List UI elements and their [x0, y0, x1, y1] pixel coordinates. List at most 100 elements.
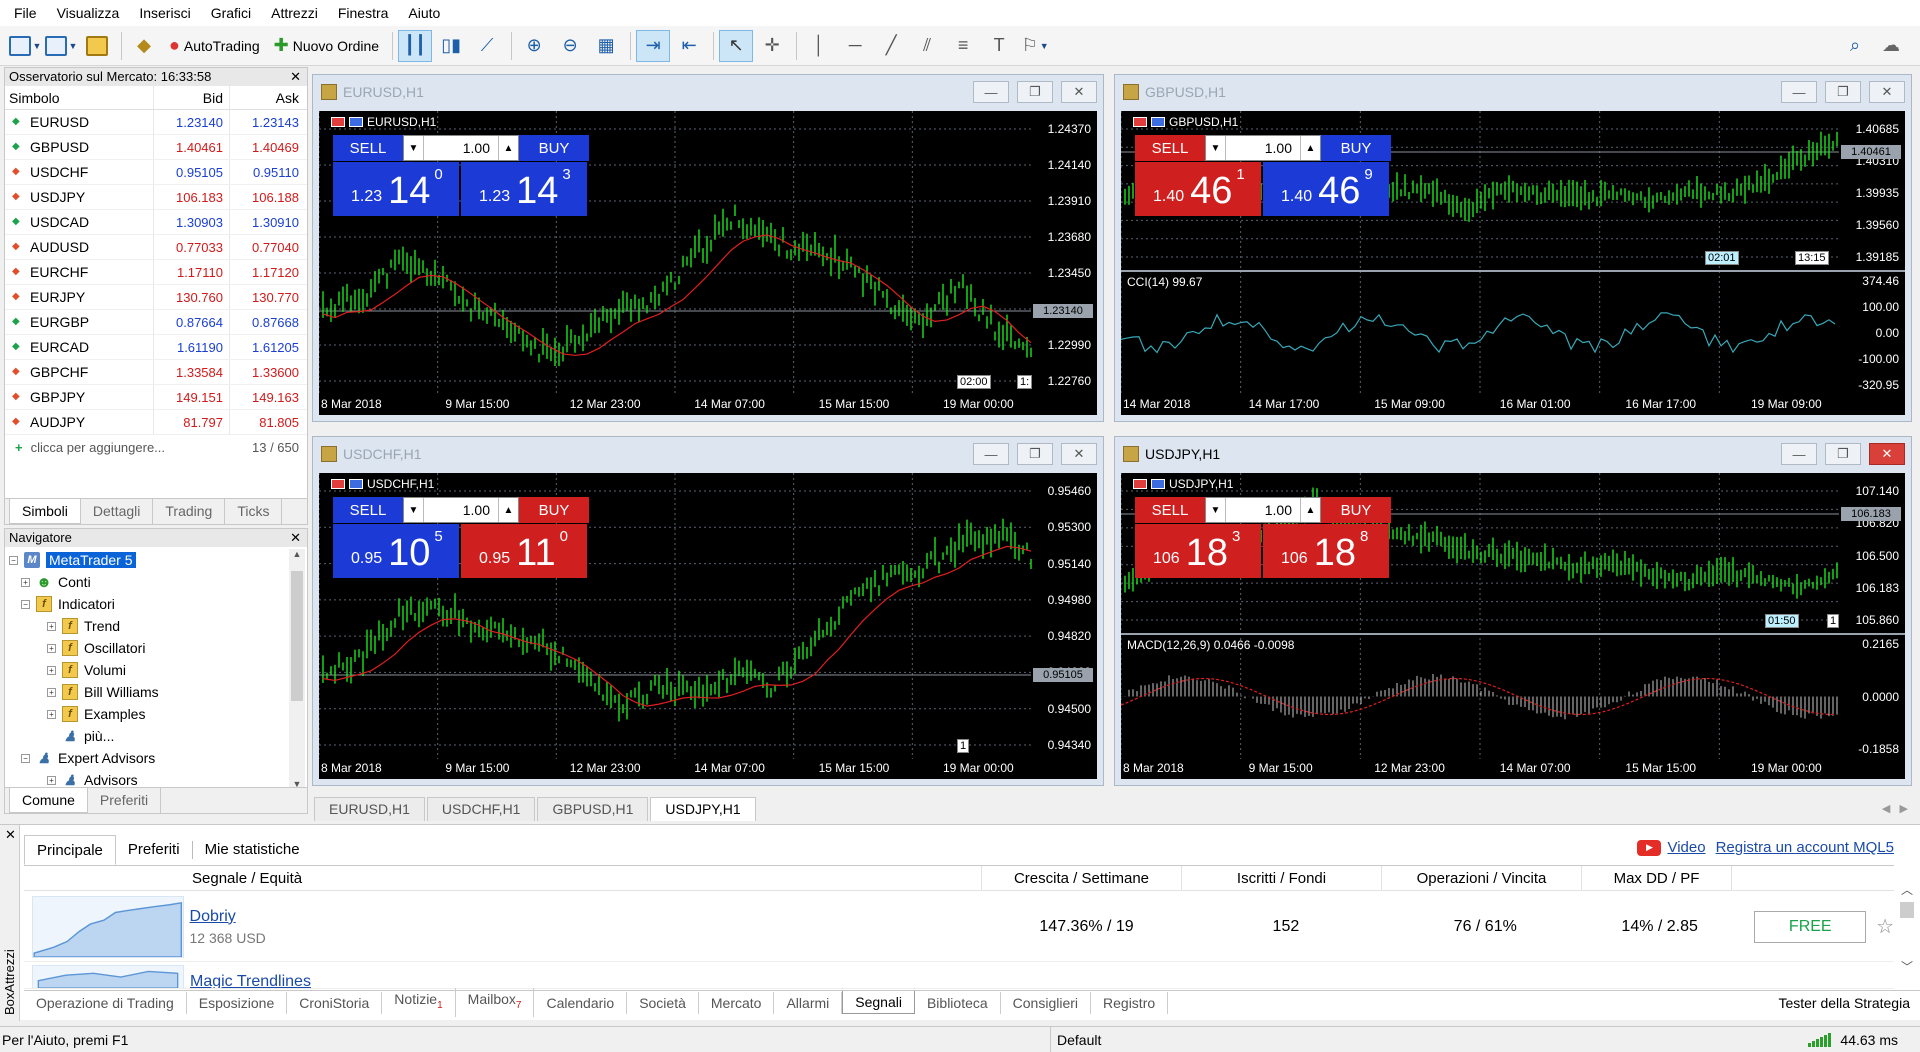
buy-button[interactable]: BUY [519, 497, 589, 523]
chart-plot-area[interactable]: EURUSD,H1 SELL ▼ 1.00 ▲ BUY 1.23 14 0 1.23 14 3 1.24… [319, 111, 1097, 415]
tab-details[interactable]: Dettagli [81, 499, 154, 524]
nav-item-indicators[interactable]: − f Indicatori [9, 593, 307, 615]
signal-row[interactable]: Magic Trendlines [24, 965, 1894, 989]
chart-window-title-bar[interactable]: EURUSD,H1 — ❐ ✕ [313, 75, 1103, 109]
nav-item-oscillators[interactable]: + f Oscillatori [9, 637, 307, 659]
expand-icon[interactable]: + [47, 643, 56, 653]
strategy-tester-tab[interactable]: Tester della Strategia [1778, 995, 1910, 1011]
chevron-up-icon[interactable]: ▲ [1300, 136, 1320, 160]
close-icon[interactable]: ✕ [5, 827, 16, 843]
tab-history[interactable]: CroniStoria [287, 991, 383, 1014]
market-watch-row[interactable]: ◆ GBPJPY 149.151 149.163 [5, 385, 307, 410]
navigator-scrollbar[interactable]: ▲ ▼ [289, 549, 305, 789]
nav-item-trend[interactable]: + f Trend [9, 615, 307, 637]
col-signal-equity[interactable]: Segnale / Equità [24, 866, 982, 890]
add-symbol-row[interactable]: + clicca per aggiungere... 13 / 650 [5, 435, 307, 461]
favorite-star-icon[interactable]: ☆ [1876, 914, 1894, 939]
tab-favorites[interactable]: Preferiti [88, 788, 162, 813]
chevron-up-icon[interactable]: ▲ [498, 136, 518, 160]
tab-experts[interactable]: Consiglieri [1001, 991, 1092, 1014]
chevron-down-icon[interactable]: ▼ [1206, 136, 1226, 160]
sell-price-box[interactable]: 1.23 14 0 [333, 162, 459, 216]
expand-icon[interactable]: + [47, 687, 56, 697]
fibonacci-button[interactable]: ≡ [946, 30, 980, 62]
scroll-up-icon[interactable]: ︿ [1898, 881, 1916, 898]
trendline-button[interactable]: ╱ [874, 30, 908, 62]
chevron-down-icon[interactable]: ▼ [404, 136, 424, 160]
search-button[interactable]: ⌕ [1838, 30, 1872, 62]
autotrading-button[interactable]: ● AutoTrading [163, 30, 266, 62]
market-watch-toggle-button[interactable] [80, 30, 114, 62]
chart-window-title-bar[interactable]: USDJPY,H1 — ❐ ✕ [1115, 437, 1911, 471]
maximize-icon[interactable]: ❐ [1017, 443, 1053, 465]
chart-plot-area[interactable]: GBPUSD,H1 SELL ▼ 1.00 ▲ BUY 1.40 46 1 1.40 46 9 1.40… [1121, 111, 1905, 415]
market-watch-row[interactable]: ◆ USDCHF 0.95105 0.95110 [5, 160, 307, 185]
sell-button[interactable]: SELL [333, 135, 403, 161]
chat-button[interactable]: ☁ [1874, 30, 1908, 62]
video-link[interactable]: Video [1667, 839, 1705, 856]
chart-tab-usdjpy[interactable]: USDJPY,H1 [650, 797, 756, 821]
nav-item-accounts[interactable]: + ☻ Conti [9, 571, 307, 593]
scroll-thumb[interactable] [291, 571, 303, 701]
signal-row[interactable]: Dobriy 12 368 USD 147.36% / 19 152 76 / … [24, 892, 1894, 962]
market-watch-row[interactable]: ◆ USDCAD 1.30903 1.30910 [5, 210, 307, 235]
market-watch-row[interactable]: ◆ USDJPY 106.183 106.188 [5, 185, 307, 210]
chart-tabs-nav-icon[interactable]: ◀ ▶ [1882, 797, 1908, 821]
tab-exposure[interactable]: Esposizione [187, 991, 288, 1014]
bar-chart-button[interactable]: ┃┃ [398, 29, 433, 62]
tab-signal-favorites[interactable]: Preferiti [116, 835, 192, 865]
nav-item-expert-advisors[interactable]: − ♟ Expert Advisors [9, 747, 307, 769]
collapse-icon[interactable]: − [21, 599, 30, 609]
tab-my-statistics[interactable]: Mie statistiche [193, 835, 312, 865]
scroll-down-icon[interactable]: ﹀ [1898, 958, 1916, 975]
scroll-up-icon[interactable]: ▲ [289, 549, 305, 559]
maximize-icon[interactable]: ❐ [1017, 81, 1053, 103]
tab-market[interactable]: Mercato [699, 991, 775, 1014]
menu-view[interactable]: Visualizza [47, 0, 130, 26]
buy-price-box[interactable]: 1.40 46 9 [1263, 162, 1389, 216]
status-connection[interactable]: 44.63 ms [1808, 1027, 1898, 1052]
buy-price-box[interactable]: 1.23 14 3 [461, 162, 587, 216]
sell-button[interactable]: SELL [333, 497, 403, 523]
buy-button[interactable]: BUY [1321, 135, 1391, 161]
tab-company[interactable]: Società [627, 991, 699, 1014]
chart-window-title-bar[interactable]: GBPUSD,H1 — ❐ ✕ [1115, 75, 1911, 109]
nav-item-bill-williams[interactable]: + f Bill Williams [9, 681, 307, 703]
market-watch-row[interactable]: ◆ EURGBP 0.87664 0.87668 [5, 310, 307, 335]
maximize-icon[interactable]: ❐ [1825, 81, 1861, 103]
close-icon[interactable]: ✕ [290, 68, 301, 86]
buy-price-box[interactable]: 106 18 8 [1263, 524, 1389, 578]
column-bid[interactable]: Bid [153, 86, 229, 109]
new-chart-button[interactable]: ▼ [8, 30, 42, 62]
nav-item-examples[interactable]: + f Examples [9, 703, 307, 725]
column-symbol[interactable]: Simbolo [5, 86, 153, 109]
tab-alerts[interactable]: Allarmi [774, 991, 843, 1014]
register-account-link[interactable]: Registra un account MQL5 [1716, 839, 1894, 856]
market-watch-row[interactable]: ◆ EURJPY 130.760 130.770 [5, 285, 307, 310]
chart-plot-area[interactable]: USDJPY,H1 SELL ▼ 1.00 ▲ BUY 106 18 3 106 18 8 107.14… [1121, 473, 1905, 779]
minimize-icon[interactable]: — [973, 443, 1009, 465]
volume-input[interactable]: ▼ 1.00 ▲ [1205, 135, 1321, 161]
market-watch-row[interactable]: ◆ EURCHF 1.17110 1.17120 [5, 260, 307, 285]
tab-trading[interactable]: Trading [153, 499, 226, 524]
signals-scrollbar[interactable]: ︿ ﹀ [1898, 881, 1916, 991]
tab-main[interactable]: Principale [24, 835, 116, 865]
minimize-icon[interactable]: — [973, 81, 1009, 103]
tab-journal[interactable]: Registro [1091, 991, 1169, 1014]
tile-windows-button[interactable]: ▦ [589, 30, 623, 62]
nav-item-root[interactable]: − M MetaTrader 5 [9, 549, 307, 571]
shapes-button[interactable]: ⚐ ▼ [1018, 30, 1052, 62]
tab-mailbox[interactable]: Mailbox7 [456, 988, 535, 1017]
menu-file[interactable]: File [4, 0, 47, 26]
menu-tools[interactable]: Attrezzi [261, 0, 328, 26]
col-growth-weeks[interactable]: Crescita / Settimane [982, 866, 1182, 890]
candlestick-button[interactable]: ▯▮ [434, 30, 468, 62]
chevron-up-icon[interactable]: ▲ [498, 498, 518, 522]
chart-window-title-bar[interactable]: USDCHF,H1 — ❐ ✕ [313, 437, 1103, 471]
market-watch-row[interactable]: ◆ EURCAD 1.61190 1.61205 [5, 335, 307, 360]
close-icon[interactable]: ✕ [1869, 81, 1905, 103]
minimize-icon[interactable]: — [1781, 81, 1817, 103]
sell-price-box[interactable]: 0.95 10 5 [333, 524, 459, 578]
expand-icon[interactable]: + [47, 621, 56, 631]
vertical-line-button[interactable]: │ [802, 30, 836, 62]
